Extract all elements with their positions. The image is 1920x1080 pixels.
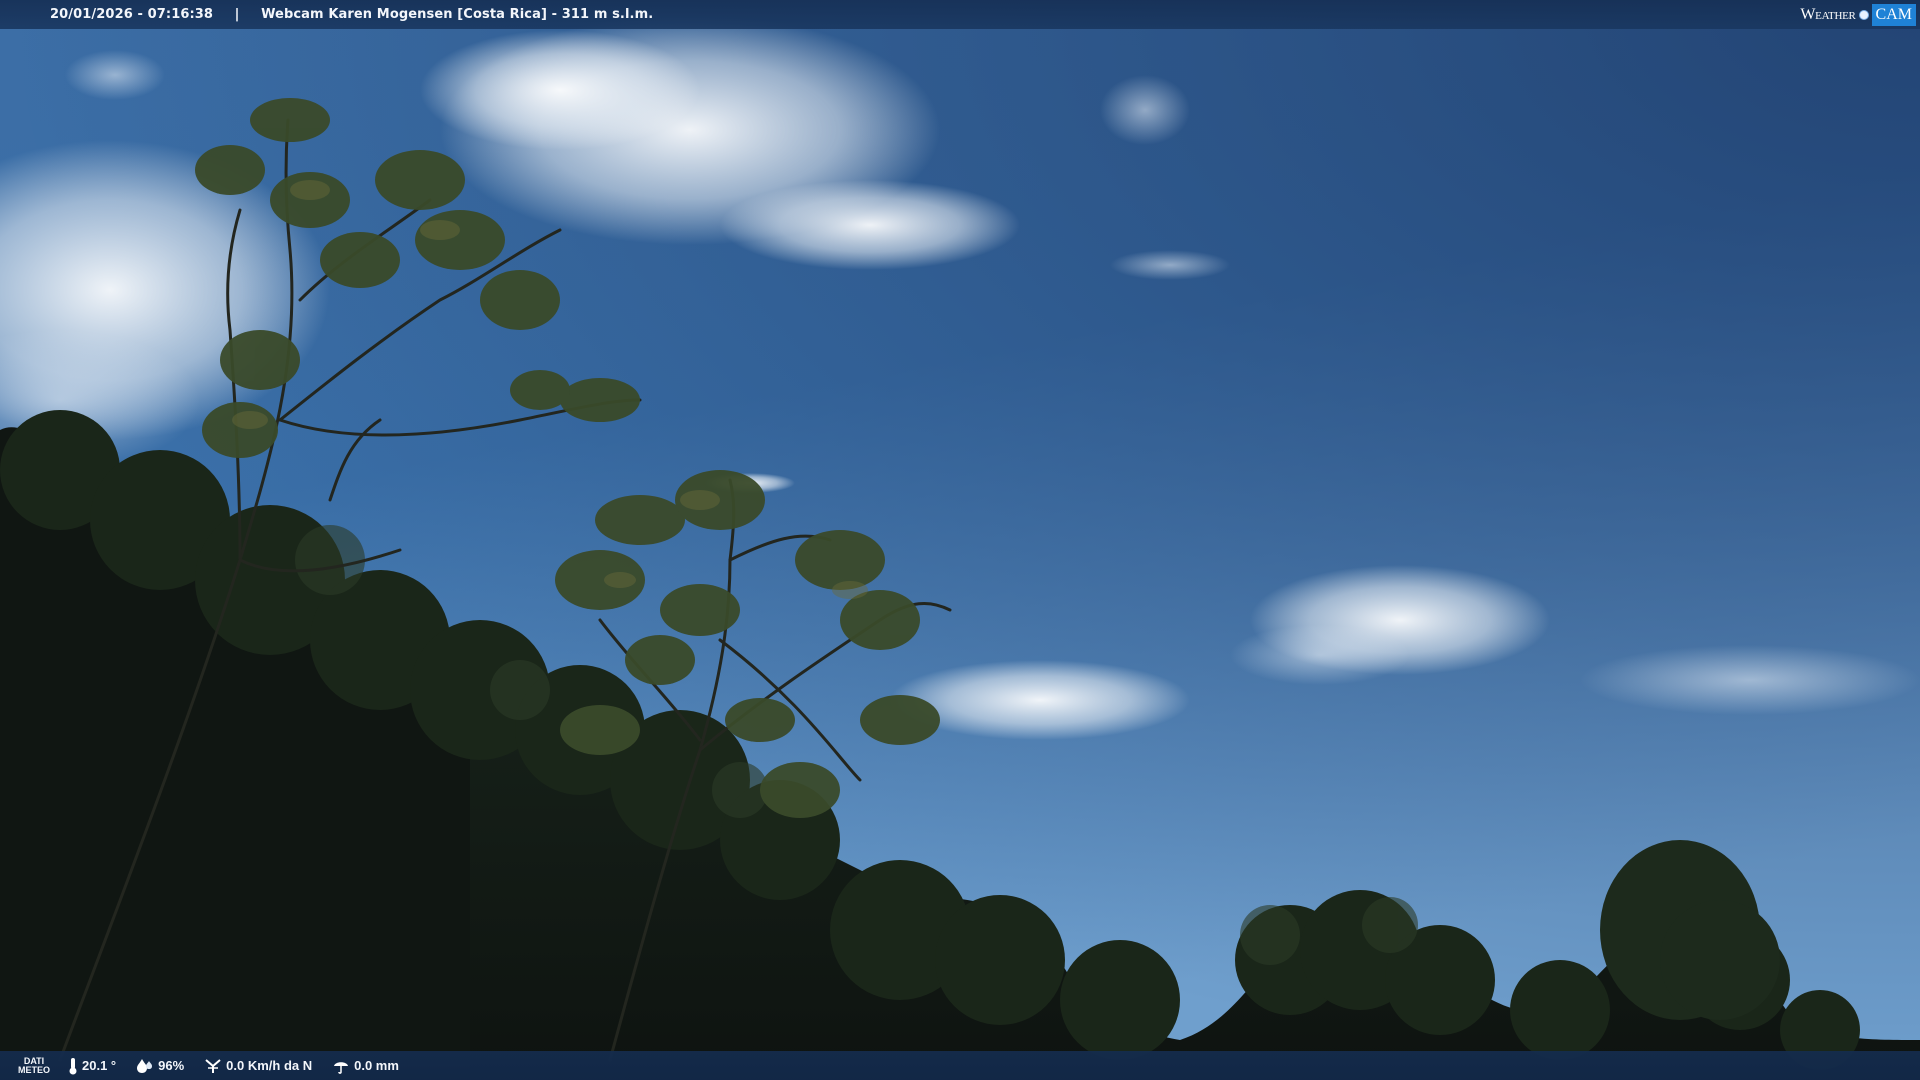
wind-icon <box>204 1058 222 1074</box>
weather-data-label: DATI METEO <box>0 1056 68 1075</box>
datetime-stamp: 20/01/2026 - 07:16:38 <box>50 7 214 22</box>
rain-icon <box>332 1058 350 1074</box>
rain-reading: 0.0 mm <box>332 1058 399 1074</box>
thermometer-icon <box>68 1057 78 1075</box>
label-line-2: METEO <box>17 1064 50 1075</box>
humidity-value: 96% <box>158 1058 185 1073</box>
webcam-image <box>0 0 1920 1080</box>
logo-text-cam: CAM <box>1871 3 1916 26</box>
webcam-frame: 20/01/2026 - 07:16:38 | Webcam Karen Mog… <box>0 0 1920 1080</box>
humidity-drop-icon <box>136 1058 154 1074</box>
separator: | <box>234 7 240 22</box>
weathercam-logo: Weather CAM <box>1800 3 1916 26</box>
temperature-reading: 20.1 ° <box>68 1057 116 1075</box>
humidity-reading: 96% <box>136 1058 184 1074</box>
temperature-value: 20.1 ° <box>82 1058 117 1073</box>
top-info-bar: 20/01/2026 - 07:16:38 | Webcam Karen Mog… <box>0 0 1920 29</box>
logo-dot-icon <box>1858 9 1869 20</box>
weather-data-bar: DATI METEO 20.1 ° 96% 0.0 Km/h da N 0.0 … <box>0 1051 1920 1080</box>
webcam-title: Webcam Karen Mogensen [Costa Rica] - 311… <box>261 7 654 22</box>
logo-text-weather: Weather <box>1800 5 1856 23</box>
rain-value: 0.0 mm <box>354 1058 399 1073</box>
wind-reading: 0.0 Km/h da N <box>204 1058 312 1074</box>
wind-value: 0.0 Km/h da N <box>226 1058 313 1073</box>
